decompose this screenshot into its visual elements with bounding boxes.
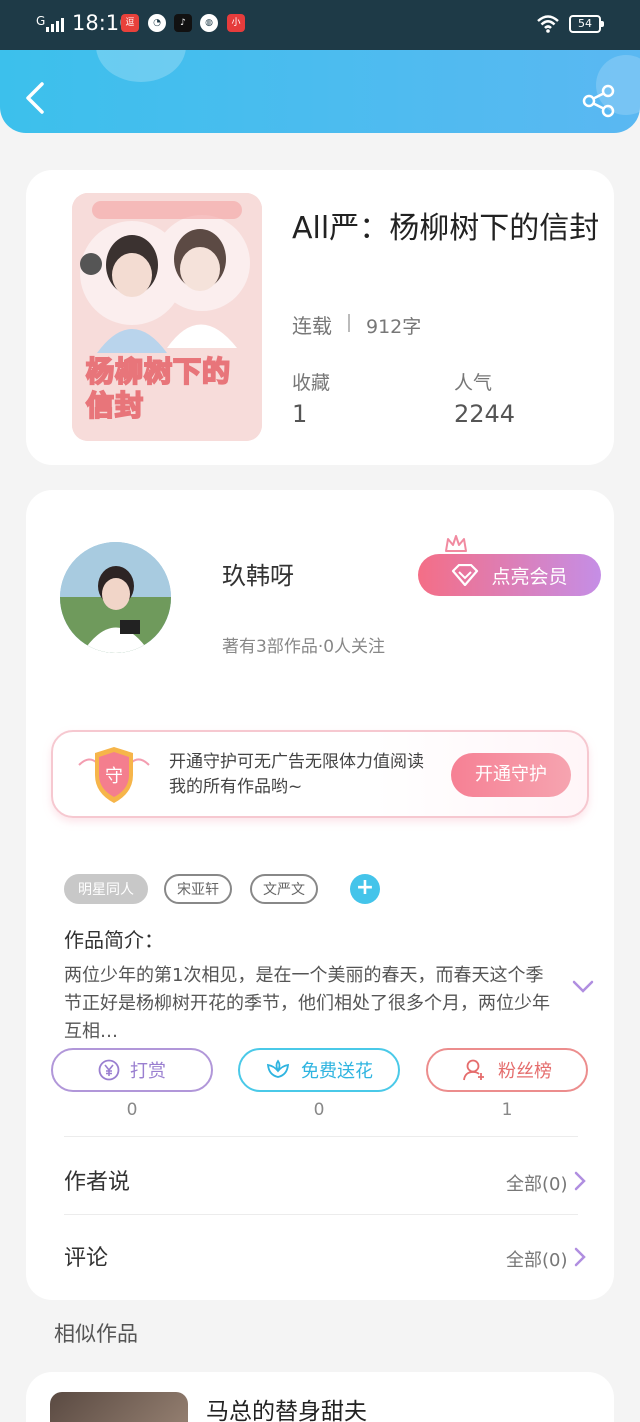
- send-flower-button[interactable]: 免费送花: [238, 1048, 400, 1092]
- top-nav-bar: [0, 50, 640, 133]
- popularity-value: 2244: [454, 400, 516, 428]
- favorites-label: 收藏: [292, 372, 331, 394]
- wifi-icon: [537, 15, 559, 33]
- avatar[interactable]: [60, 542, 171, 653]
- author-card: 玖韩呀 著有3部作品·0人关注 点亮会员 守 开通守护可无广告无限体力值阅读 我…: [26, 490, 614, 1300]
- book-cover[interactable]: 杨柳树下的信封: [72, 193, 262, 441]
- video-app-icon: 小: [227, 14, 245, 32]
- status-bar: G 18:16 逗 ◔ ♪ ◍ 小 54: [0, 0, 640, 50]
- browser-app-icon: ◍: [200, 14, 218, 32]
- cover-title-text: 杨柳树下的信封: [85, 354, 232, 423]
- reward-label: 打赏: [130, 1061, 166, 1082]
- chevron-left-icon[interactable]: [22, 80, 50, 116]
- add-tag-button[interactable]: +: [350, 874, 380, 904]
- author-meta: 著有3部作品·0人关注: [222, 637, 386, 657]
- avatar-image: [60, 542, 171, 653]
- divider: [64, 1214, 578, 1215]
- book-info-card: 杨柳树下的信封 All严：杨柳树下的信封 连载 912字 收藏 1 人气 224…: [26, 170, 614, 465]
- divider: [348, 314, 350, 332]
- book-title: All严：杨柳树下的信封: [292, 211, 600, 246]
- divider: [64, 1136, 578, 1137]
- guard-shield-icon: 守: [78, 747, 150, 803]
- flower-label: 免费送花: [301, 1061, 373, 1082]
- flower-count: 0: [313, 1100, 325, 1120]
- guard-line-2: 我的所有作品哟~: [169, 777, 303, 797]
- fans-label: 粉丝榜: [498, 1061, 552, 1082]
- reward-button[interactable]: 打赏: [51, 1048, 213, 1092]
- similar-work-item[interactable]: 马总的替身甜夫: [26, 1372, 614, 1422]
- intro-text: 两位少年的第1次相见，是在一个美丽的春天，而春天这个季节正好是杨柳树开花的季节，…: [64, 965, 550, 1042]
- comments-label[interactable]: 评论: [64, 1240, 108, 1272]
- guard-line-1: 开通守护可无广告无限体力值阅读: [169, 752, 424, 772]
- user-rank-icon: [463, 1059, 484, 1081]
- similar-work-title: 马总的替身甜夫: [206, 1399, 367, 1422]
- author-name[interactable]: 玖韩呀: [222, 556, 294, 591]
- tag-chip[interactable]: 文严文: [250, 874, 318, 904]
- decor-bubble: [96, 50, 186, 82]
- signal-icon: [46, 18, 64, 32]
- guard-description: 开通守护可无广告无限体力值阅读 我的所有作品哟~: [169, 750, 424, 800]
- open-guard-button[interactable]: 开通守护: [451, 753, 571, 797]
- favorites-value: 1: [292, 400, 308, 428]
- share-icon[interactable]: [582, 84, 616, 118]
- popularity-label: 人气: [454, 372, 493, 394]
- speed-app-icon: ◔: [148, 14, 166, 32]
- tag-chip[interactable]: 宋亚轩: [164, 874, 232, 904]
- tiktok-app-icon: ♪: [174, 14, 192, 32]
- book-status: 连载: [292, 314, 332, 338]
- chevron-right-icon[interactable]: [574, 1171, 586, 1191]
- battery-icon: 54: [569, 15, 604, 33]
- vip-button-label: 点亮会员: [491, 565, 568, 588]
- yen-coin-icon: [98, 1059, 120, 1081]
- author-says-label[interactable]: 作者说: [64, 1164, 130, 1196]
- intro-title: 作品简介：: [64, 928, 164, 952]
- news-app-icon: 逗: [121, 14, 139, 32]
- crown-icon: [445, 535, 467, 552]
- activate-vip-button[interactable]: 点亮会员: [418, 554, 601, 596]
- shield-char: 守: [105, 766, 123, 787]
- comments-all-link[interactable]: 全部(0): [506, 1246, 568, 1272]
- similar-work-cover: [50, 1392, 188, 1422]
- similar-works-title: 相似作品: [54, 1322, 138, 1346]
- author-says-all-link[interactable]: 全部(0): [506, 1170, 568, 1196]
- tag-chip[interactable]: 明星同人: [64, 874, 148, 904]
- network-type: G: [36, 14, 46, 28]
- guard-banner: 守 开通守护可无广告无限体力值阅读 我的所有作品哟~ 开通守护: [51, 730, 589, 818]
- fans-rank-button[interactable]: 粉丝榜: [426, 1048, 588, 1092]
- chevron-right-icon[interactable]: [574, 1247, 586, 1267]
- reward-count: 0: [126, 1100, 138, 1120]
- fans-count: 1: [501, 1100, 513, 1120]
- chevron-down-icon[interactable]: [572, 980, 594, 994]
- diamond-icon: [452, 564, 479, 586]
- word-count: 912字: [366, 316, 422, 338]
- flower-icon: [266, 1059, 290, 1078]
